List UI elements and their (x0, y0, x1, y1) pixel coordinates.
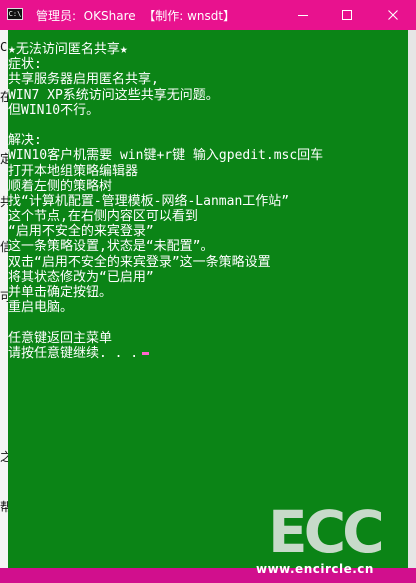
maximize-button[interactable] (324, 0, 370, 30)
console-line: 这一条策略设置,状态是“未配置”。 (8, 239, 214, 255)
background-text: 之 (0, 450, 8, 464)
console-line: 但WIN10不行。 (8, 102, 100, 118)
minimize-button[interactable] (280, 0, 326, 30)
console-line: 打开本地组策略编辑器 (8, 163, 139, 179)
console-line: “启用不安全的来宾登录” (8, 224, 154, 240)
background-text: C (0, 40, 8, 54)
console-line: 找“计算机配置-管理模板-网络-Lanman工作站” (8, 193, 290, 209)
ecc-watermark-logo: ECC (268, 500, 385, 560)
background-text: 可 (0, 290, 8, 304)
console-line: 顺着左侧的策略树 (8, 178, 113, 194)
console-line: 症状: (8, 57, 42, 73)
console-line: 将其状态修改为“已启用” (8, 269, 154, 285)
console-text: ★无法访问匿名共享★ 症状: 共享服务器启用匿名共享, WIN7 XP系统访问这些共享… (8, 42, 408, 361)
svg-text:ECC: ECC (268, 500, 381, 560)
console-prompt-text: 请按任意键继续. . . (8, 345, 139, 361)
background-window-edge: C 在 定 共 信 可 之 帮 (0, 30, 8, 583)
console-line: 重启电脑。 (8, 300, 74, 316)
console-line: WIN7 XP系统访问这些共享无问题。 (8, 87, 219, 103)
maximize-icon (342, 10, 352, 20)
console-window: C:\ 管理员: OKShare 【制作: wnsdt】 C 在 定 共 信 可… (0, 0, 416, 583)
console-line: 解决: (8, 133, 42, 149)
console-line: WIN10客户机需要 win键+r键 输入gpedit.msc回车 (8, 148, 324, 164)
minimize-icon (298, 15, 308, 16)
console-line: ★无法访问匿名共享★ (8, 42, 128, 57)
console-line: 任意键返回主菜单 (8, 330, 113, 346)
console-line: 并单击确定按钮。 (8, 285, 113, 300)
background-text: 共 (0, 195, 8, 209)
console-prompt: 请按任意键继续. . . (8, 346, 408, 361)
cmd-app-icon[interactable]: C:\ (7, 8, 23, 20)
vertical-scrollbar[interactable] (408, 30, 416, 568)
close-icon (388, 10, 398, 20)
background-text: 帮 (0, 500, 8, 514)
text-cursor (142, 351, 150, 355)
console-line: 共享服务器启用匿名共享, (8, 72, 159, 88)
close-button[interactable] (370, 0, 416, 30)
title-bar[interactable]: C:\ 管理员: OKShare 【制作: wnsdt】 (0, 0, 416, 30)
background-text: 在 (0, 90, 8, 104)
console-line: 这个节点,在右侧内容区可以看到 (8, 209, 198, 225)
background-text: 信 (0, 240, 8, 254)
watermark-url: www.encircle.cn (256, 562, 374, 576)
window-title: 管理员: OKShare 【制作: wnsdt】 (36, 9, 236, 23)
console-output-area[interactable]: ★无法访问匿名共享★ 症状: 共享服务器启用匿名共享, WIN7 XP系统访问这些共享… (8, 30, 408, 568)
console-line: 双击“启用不安全的来宾登录”这一条策略设置 (8, 254, 271, 270)
background-text: 定 (0, 152, 8, 166)
